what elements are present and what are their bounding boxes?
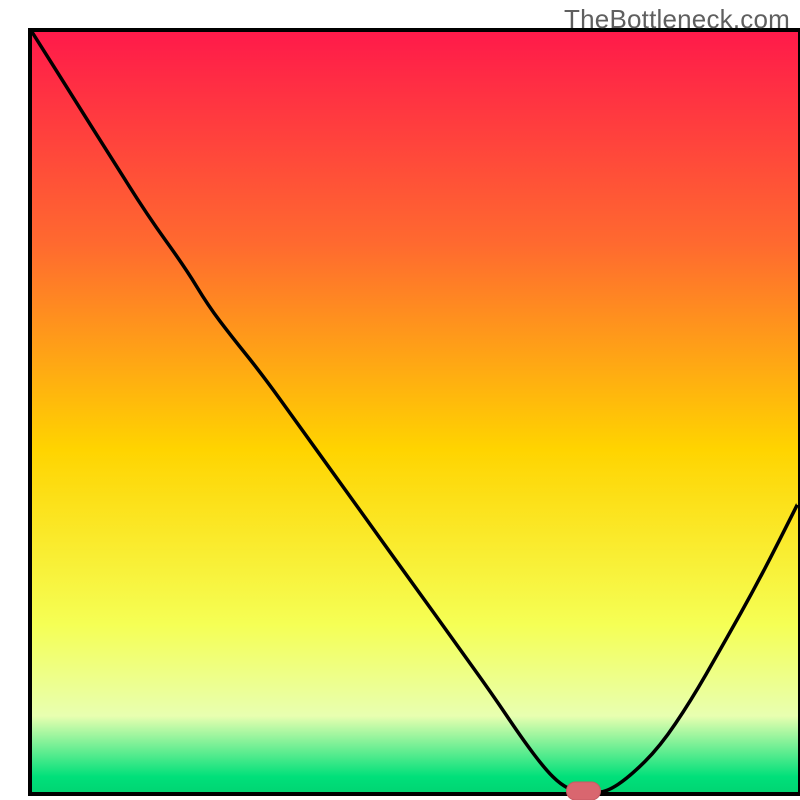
chart-canvas xyxy=(0,0,800,800)
optimal-point-marker xyxy=(567,782,601,800)
watermark-text: TheBottleneck.com xyxy=(564,4,790,35)
plot-background xyxy=(32,32,798,792)
